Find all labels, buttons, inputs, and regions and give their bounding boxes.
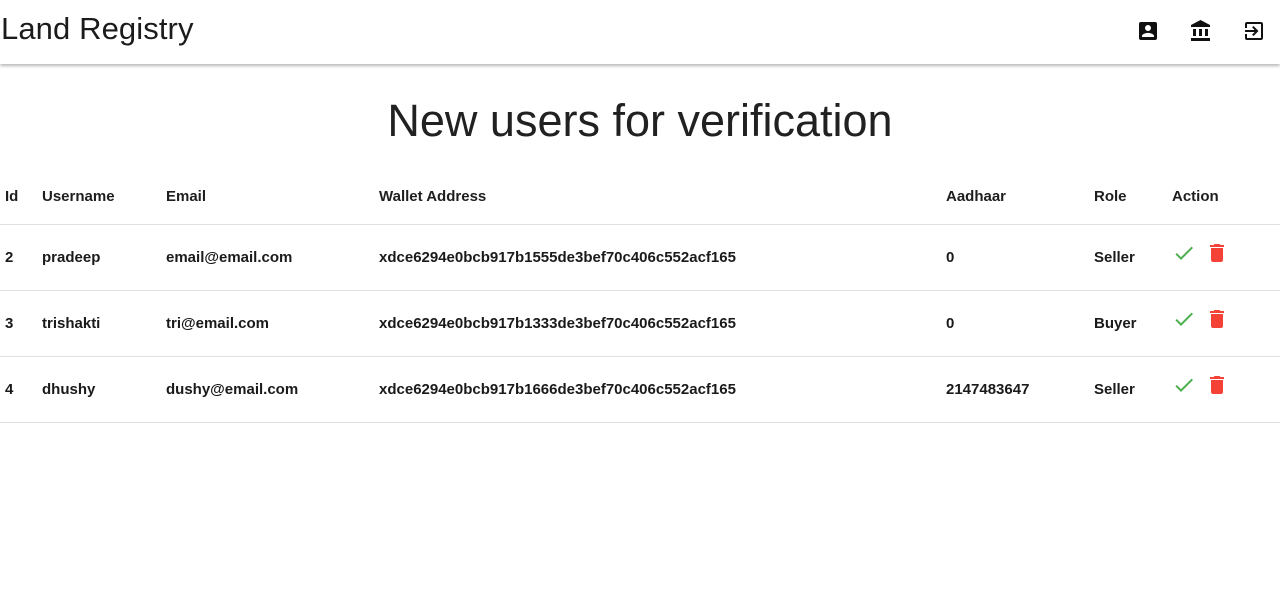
header-email: Email xyxy=(166,187,207,205)
cell-action xyxy=(1167,225,1280,291)
cell-email: dushy@email.com xyxy=(166,381,299,398)
header-id: Id xyxy=(5,187,19,205)
delete-icon xyxy=(1210,243,1224,262)
verify-button[interactable] xyxy=(1172,373,1196,397)
cell-aadhaar: 2147483647 xyxy=(946,381,1030,398)
verify-button[interactable] xyxy=(1172,241,1196,265)
cell-action xyxy=(1167,357,1280,423)
cell-role: Seller xyxy=(1094,381,1135,398)
header-role: Role xyxy=(1094,187,1127,205)
cell-aadhaar: 0 xyxy=(946,315,955,332)
app-bar: Land Registry xyxy=(0,0,1280,64)
cell-wallet-address: xdce6294e0bcb917b1666de3bef70c406c552acf… xyxy=(379,381,736,398)
header-wallet-address: Wallet Address xyxy=(379,187,487,205)
account-box-icon xyxy=(1136,19,1160,43)
cell-wallet-address: xdce6294e0bcb917b1333de3bef70c406c552acf… xyxy=(379,315,736,332)
cell-wallet-address: xdce6294e0bcb917b1555de3bef70c406c552acf… xyxy=(379,249,736,266)
delete-button[interactable] xyxy=(1205,241,1229,265)
users-table: Id Username Email Wallet Address Aadhaar… xyxy=(0,168,1280,423)
delete-icon xyxy=(1210,309,1224,328)
profile-button[interactable] xyxy=(1121,7,1174,55)
verify-button[interactable] xyxy=(1172,307,1196,331)
bank-icon xyxy=(1189,19,1213,43)
cell-id: 3 xyxy=(5,315,14,332)
check-icon xyxy=(1175,246,1193,260)
cell-username: pradeep xyxy=(42,249,101,266)
table-row: 4 dhushy dushy@email.com xdce6294e0bcb91… xyxy=(0,357,1280,423)
logout-icon xyxy=(1242,19,1266,43)
table-row: 2 pradeep email@email.com xdce6294e0bcb9… xyxy=(0,225,1280,291)
cell-action xyxy=(1167,291,1280,357)
app-title: Land Registry xyxy=(1,11,194,46)
cell-username: trishakti xyxy=(42,315,101,332)
page-title: New users for verification xyxy=(387,95,893,146)
header-action: Action xyxy=(1172,187,1219,205)
check-icon xyxy=(1175,378,1193,392)
header-aadhaar: Aadhaar xyxy=(946,187,1007,205)
app-bar-actions xyxy=(1121,0,1280,64)
cell-id: 2 xyxy=(5,249,14,266)
cell-id: 4 xyxy=(5,381,14,398)
land-records-button[interactable] xyxy=(1174,7,1227,55)
cell-email: email@email.com xyxy=(166,249,293,266)
check-icon xyxy=(1175,312,1193,326)
logout-button[interactable] xyxy=(1227,7,1280,55)
table-header-row: Id Username Email Wallet Address Aadhaar… xyxy=(0,168,1280,225)
cell-username: dhushy xyxy=(42,381,96,398)
delete-icon xyxy=(1210,375,1224,394)
delete-button[interactable] xyxy=(1205,307,1229,331)
cell-role: Buyer xyxy=(1094,315,1137,332)
table-row: 3 trishakti tri@email.com xdce6294e0bcb9… xyxy=(0,291,1280,357)
cell-email: tri@email.com xyxy=(166,315,269,332)
delete-button[interactable] xyxy=(1205,373,1229,397)
header-username: Username xyxy=(42,187,115,205)
cell-aadhaar: 0 xyxy=(946,249,955,266)
cell-role: Seller xyxy=(1094,249,1135,266)
